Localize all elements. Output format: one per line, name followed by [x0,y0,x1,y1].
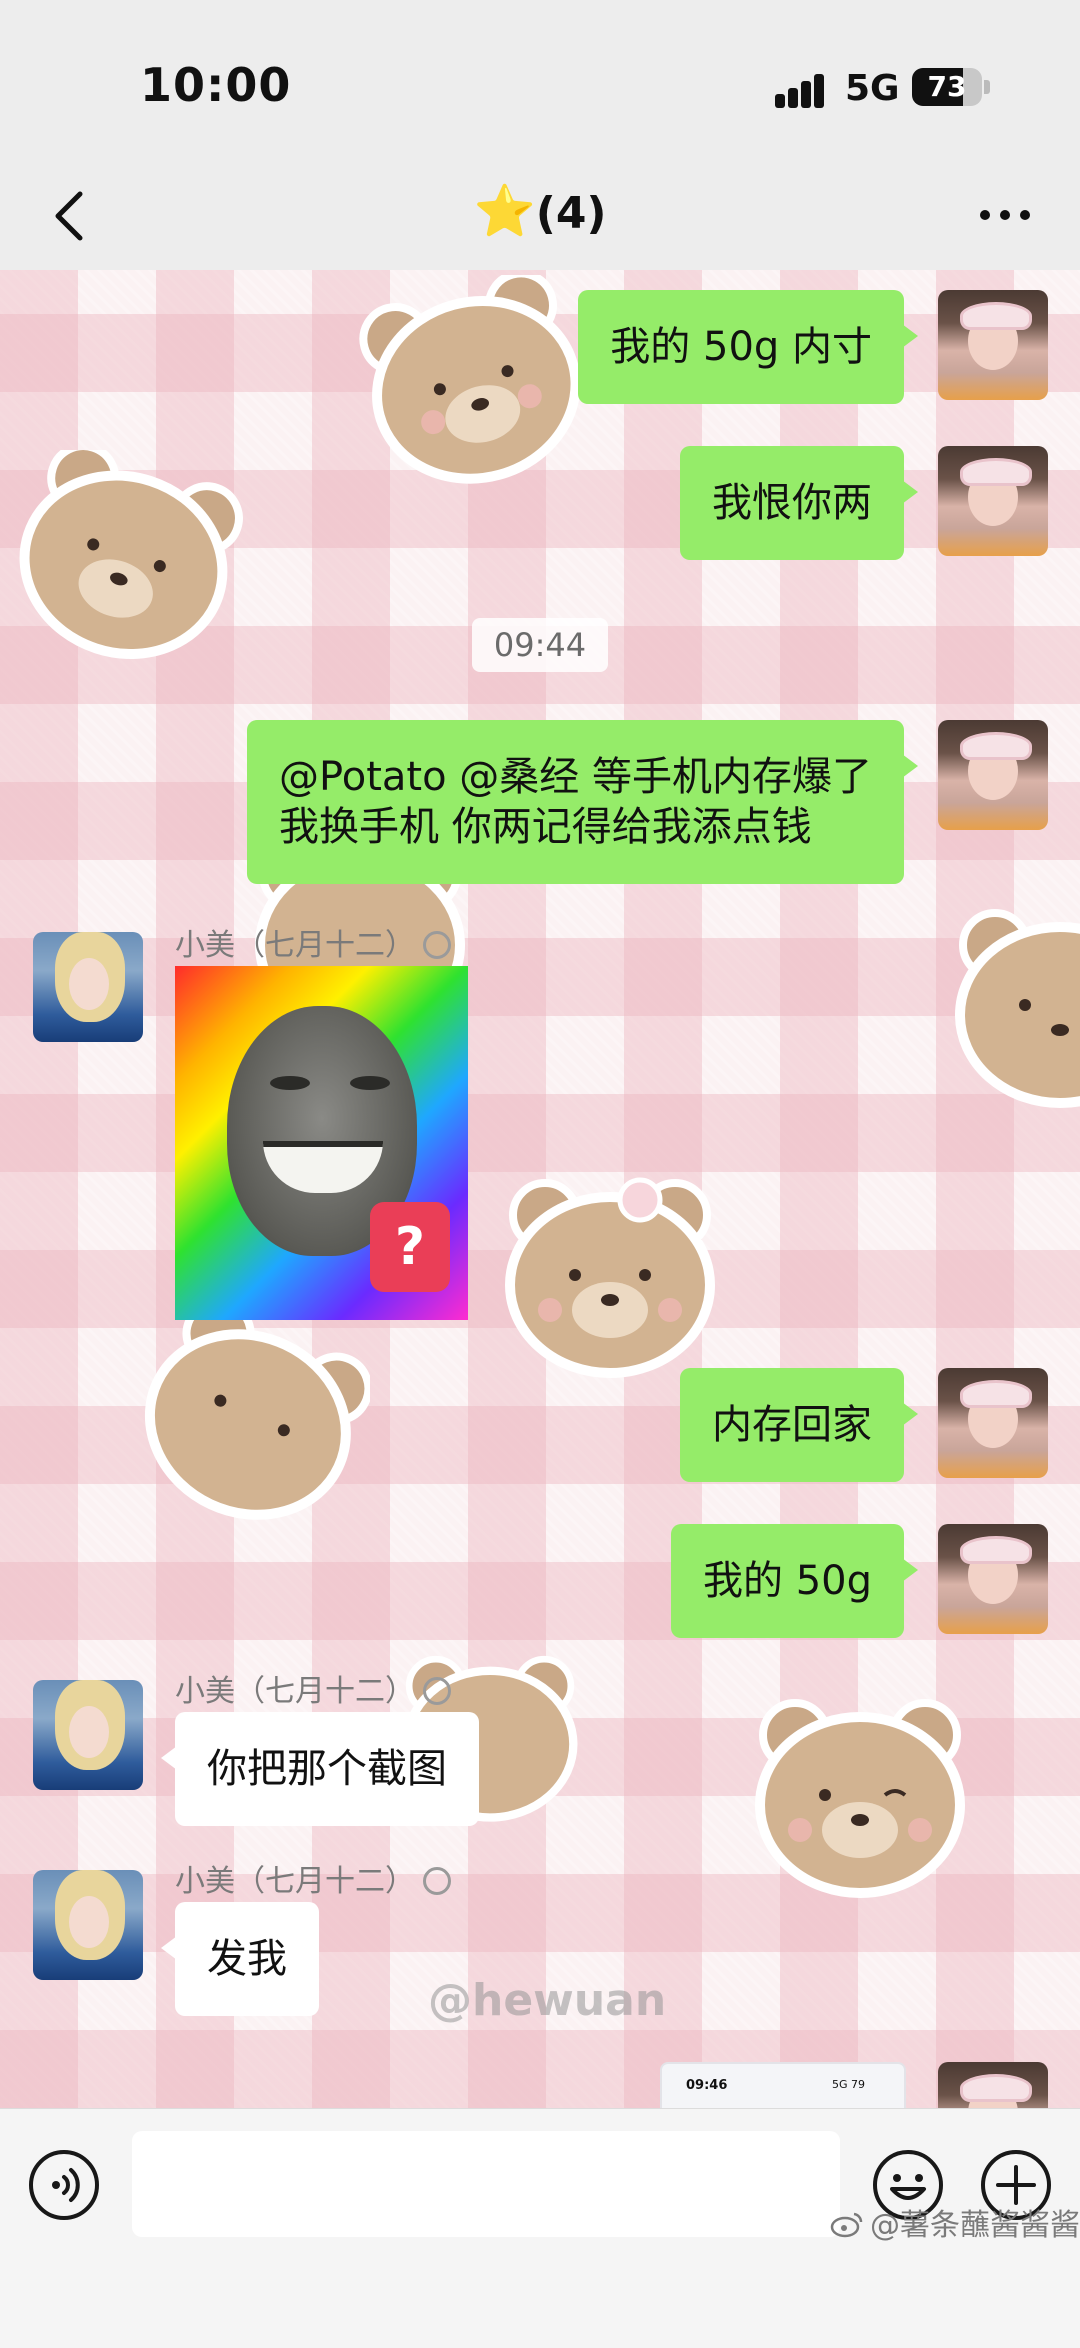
time-divider: 09:44 [472,618,608,672]
signal-icon [775,72,833,108]
message-bubble[interactable]: 发我 [161,1902,319,2016]
corner-watermark: @薯条蘸酱酱酱 [830,2200,1080,2244]
message-text: 我的 50g 内寸 [610,324,872,370]
watermark-text: @薯条蘸酱酱酱 [870,2208,1080,2243]
chat-title: ⭐(4) [0,182,1080,241]
message-text: 我的 50g [702,1558,872,1604]
message-text: 你把那个截图 [207,1746,447,1792]
battery-level: 73 [927,70,967,103]
sender-label: 小美（七月十二） [175,1864,415,1899]
my-avatar[interactable] [938,446,1048,556]
overlay-watermark: @hewuan [428,1975,667,2026]
bear-decoration [19,450,243,659]
message-bubble[interactable]: 我的 50g [670,1524,919,1638]
star-icon: ⭐ [473,182,536,240]
battery-cap [984,80,990,94]
my-avatar[interactable] [938,720,1048,830]
bear-decoration [144,1310,370,1520]
message-bubble[interactable]: 我恨你两 [680,446,918,560]
status-bar: 10:00 5G 73 [0,0,1080,160]
sticker-message[interactable]: ? [175,966,468,1320]
contact-avatar[interactable] [33,932,143,1042]
ring-icon [423,1677,451,1705]
contact-avatar[interactable] [33,1680,143,1790]
sender-name: 小美（七月十二） [175,1856,451,1900]
ring-icon [423,1867,451,1895]
my-avatar[interactable] [938,1368,1048,1478]
preview-status: 5G 79 [832,2078,866,2091]
my-avatar[interactable] [938,1524,1048,1634]
message-bubble[interactable]: 内存回家 [680,1368,918,1482]
image-message[interactable]: 09:46 5G 79 [660,2062,906,2108]
message-input[interactable] [132,2131,840,2237]
sender-name: 小美（七月十二） [175,1666,451,1710]
sticker-eye [350,1076,390,1090]
sender-name: 小美（七月十二） [175,920,451,964]
preview-time: 09:46 [686,2078,728,2093]
sticker-eye [270,1076,310,1090]
my-avatar[interactable] [938,290,1048,400]
chat-header: ⭐(4) [0,160,1080,270]
more-icon[interactable] [975,190,1035,240]
message-bubble[interactable]: @Potato @桑经 等手机内存爆了 我换手机 你两记得给我添点钱 [247,720,918,884]
message-text: 我恨你两 [712,480,872,526]
voice-icon[interactable] [26,2147,102,2223]
my-avatar[interactable] [938,2062,1048,2108]
message-bubble[interactable]: 我的 50g 内寸 [578,290,918,404]
message-text: @Potato @桑经 等手机内存爆了 我换手机 你两记得给我添点钱 [279,754,872,850]
battery-icon: 73 [912,68,982,106]
sender-label: 小美（七月十二） [175,1674,415,1709]
bear-decoration [359,275,581,484]
network-label: 5G [845,68,900,109]
weibo-icon [830,2212,863,2238]
contact-avatar[interactable] [33,1870,143,1980]
ring-icon [423,931,451,959]
chat-area[interactable]: @hewuan 我的 50g 内寸 我恨你两 09:44 @Potato @桑经… [0,270,1080,2108]
bear-decoration [755,1699,965,1898]
message-text: 内存回家 [712,1402,872,1448]
bear-decoration [505,1177,715,1378]
message-text: 发我 [207,1936,287,1982]
message-bubble[interactable]: 你把那个截图 [161,1712,479,1826]
bear-decoration [955,909,1080,1108]
question-badge: ? [370,1202,450,1292]
member-count: (4) [535,188,607,239]
sender-label: 小美（七月十二） [175,928,415,963]
status-time: 10:00 [140,58,292,112]
